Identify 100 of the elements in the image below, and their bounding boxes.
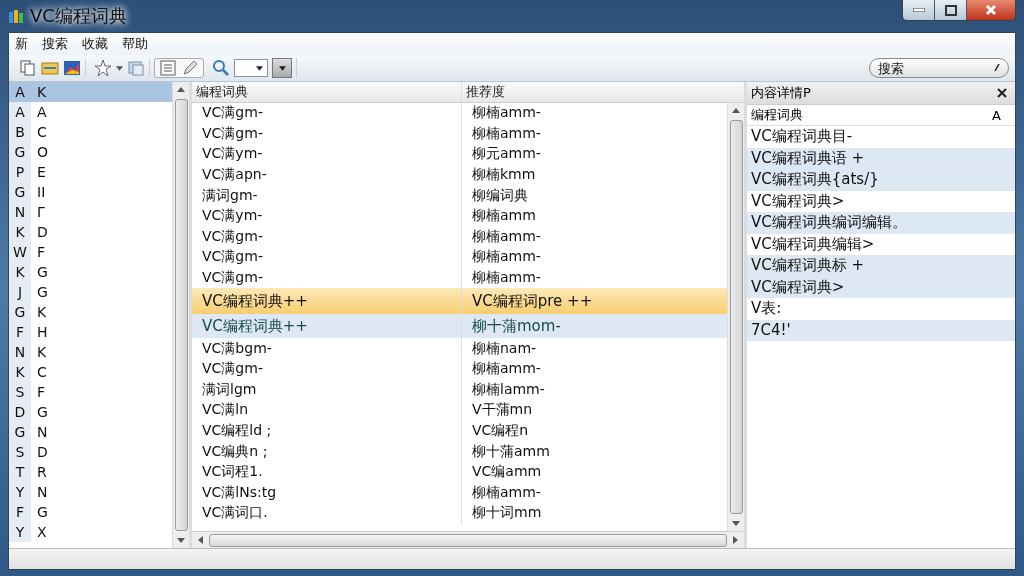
table-row[interactable]: VC满ym- 柳元amm-: [192, 144, 727, 165]
list-item[interactable]: VC编程词典{ats/}: [747, 169, 1015, 191]
index-letter[interactable]: G: [31, 284, 48, 300]
menu-item[interactable]: 新: [15, 35, 28, 53]
index-letter[interactable]: W: [9, 242, 31, 262]
list-item[interactable]: V表:: [747, 298, 1015, 320]
up-arrow-icon[interactable]: [732, 108, 740, 113]
table-row[interactable]: VC满lNs:tg 柳楠amm-: [192, 482, 727, 504]
index-letter[interactable]: D: [31, 224, 48, 240]
minimize-button[interactable]: [903, 0, 935, 20]
menu-item[interactable]: 帮助: [122, 35, 148, 53]
table-row[interactable]: VC编程词典++ VC编程词pre ++: [192, 288, 727, 315]
list-item[interactable]: VC编程词典>: [747, 276, 1015, 298]
table-row[interactable]: 满词gm- 柳编词典: [192, 185, 727, 206]
list-item[interactable]: 7C4!': [747, 319, 1015, 341]
scrollbar[interactable]: [172, 82, 189, 548]
column-header[interactable]: 推荐度: [462, 82, 744, 102]
dropdown[interactable]: [234, 59, 268, 77]
up-arrow-icon[interactable]: [177, 87, 185, 92]
menu-item[interactable]: 搜索: [42, 35, 68, 53]
index-letter[interactable]: G: [31, 504, 48, 520]
index-letter[interactable]: P: [9, 162, 31, 182]
index-letter[interactable]: T: [9, 462, 31, 482]
index-letter[interactable]: S: [9, 382, 31, 402]
index-letter[interactable]: G: [9, 422, 31, 442]
index-letter[interactable]: A: [31, 104, 47, 120]
list-item[interactable]: VC编程词典目-: [747, 126, 1015, 148]
menu-item[interactable]: 收藏: [82, 35, 108, 53]
index-letter[interactable]: K: [9, 262, 31, 282]
dropdown-button[interactable]: [272, 58, 292, 78]
index-letter[interactable]: B: [9, 122, 31, 142]
table-row[interactable]: VC满ym- 柳楠amm: [192, 205, 727, 227]
index-letter[interactable]: G: [9, 302, 31, 322]
table-row[interactable]: VC满gm- 柳楠amm-: [192, 226, 727, 248]
close-button[interactable]: [967, 0, 1015, 20]
list-item[interactable]: VC编程词典编词编辑。: [747, 212, 1015, 234]
index-letter[interactable]: G: [31, 264, 48, 280]
index-letter[interactable]: S: [9, 442, 31, 462]
table-row[interactable]: VC满gm- 柳楠amm-: [192, 358, 727, 380]
index-letter[interactable]: K: [31, 304, 47, 320]
list-item[interactable]: VC编程词典编辑>: [747, 233, 1015, 255]
down-arrow-icon[interactable]: [732, 521, 740, 526]
folder-icon[interactable]: [41, 59, 59, 77]
index-letter[interactable]: N: [9, 342, 31, 362]
index-letter[interactable]: H: [31, 324, 48, 340]
right-arrow-icon[interactable]: [733, 536, 738, 544]
index-letter[interactable]: N: [31, 484, 48, 500]
maximize-button[interactable]: [935, 0, 967, 20]
index-letter[interactable]: F: [9, 322, 31, 342]
list-item[interactable]: VC编程词典>: [747, 190, 1015, 212]
table-row[interactable]: VC满apn- 柳楠kmm: [192, 164, 727, 186]
index-letter[interactable]: Y: [9, 522, 31, 542]
table-row[interactable]: VC满gm- 柳楠amm-: [192, 103, 727, 124]
index-letter[interactable]: X: [31, 524, 47, 540]
scrollbar[interactable]: [727, 103, 744, 531]
table-row[interactable]: 满词lgm 柳楠lamm-: [192, 379, 727, 401]
table-row[interactable]: VC编程词典++ 柳十蒲mom-: [192, 314, 727, 339]
index-letter[interactable]: N: [9, 202, 31, 222]
index-letter[interactable]: K: [9, 362, 31, 382]
index-letter[interactable]: II: [31, 184, 46, 200]
column-header[interactable]: 编程词典: [192, 82, 462, 102]
index-letter[interactable]: F: [31, 244, 46, 260]
index-letter[interactable]: G: [9, 142, 31, 162]
table-row[interactable]: VC满词口. 柳十词mm: [192, 503, 727, 524]
index-letter[interactable]: E: [31, 164, 46, 180]
caret-icon[interactable]: [116, 65, 123, 71]
edit-icon[interactable]: [181, 59, 199, 77]
index-letter[interactable]: D: [9, 402, 31, 422]
index-letter[interactable]: K: [31, 344, 47, 360]
table-row[interactable]: VC词程1. VC编amm: [192, 461, 727, 483]
left-arrow-icon[interactable]: [198, 536, 203, 544]
index-letter[interactable]: A: [9, 102, 31, 122]
table-row[interactable]: VC编典n ; 柳十蒲amm: [192, 441, 727, 462]
index-letter[interactable]: D: [31, 444, 48, 460]
table-row[interactable]: VC满gm- 柳楠amm-: [192, 247, 727, 268]
sort-label[interactable]: A: [992, 107, 1001, 123]
index-letter[interactable]: C: [31, 124, 47, 140]
index-letter[interactable]: F: [9, 502, 31, 522]
list-item[interactable]: VC编程词典语 +: [747, 147, 1015, 169]
star-icon[interactable]: [94, 59, 112, 77]
search-field[interactable]: 搜索: [869, 58, 1009, 78]
index-letter[interactable]: K: [9, 222, 31, 242]
list-item[interactable]: VC编程词典标 +: [747, 255, 1015, 277]
index-letter[interactable]: O: [31, 144, 49, 160]
index-letter[interactable]: F: [31, 384, 46, 400]
table-row[interactable]: VC满gm- 柳楠amm-: [192, 123, 727, 145]
copy-icon[interactable]: [19, 59, 37, 77]
search-icon[interactable]: [212, 59, 230, 77]
index-letter[interactable]: N: [31, 424, 48, 440]
index-letter[interactable]: Γ: [31, 204, 45, 220]
index-letter[interactable]: C: [31, 364, 47, 380]
table-row[interactable]: VC编程ld ; VC编程n: [192, 420, 727, 442]
index-letter[interactable]: J: [9, 282, 31, 302]
index-letter[interactable]: R: [31, 464, 47, 480]
table-row[interactable]: VC满ln V干蒲mn: [192, 400, 727, 421]
down-arrow-icon[interactable]: [177, 538, 185, 543]
index-letter[interactable]: Y: [9, 482, 31, 502]
chart-icon[interactable]: [63, 59, 81, 77]
horizontal-scrollbar[interactable]: [192, 531, 744, 548]
index-letter[interactable]: G: [31, 404, 48, 420]
